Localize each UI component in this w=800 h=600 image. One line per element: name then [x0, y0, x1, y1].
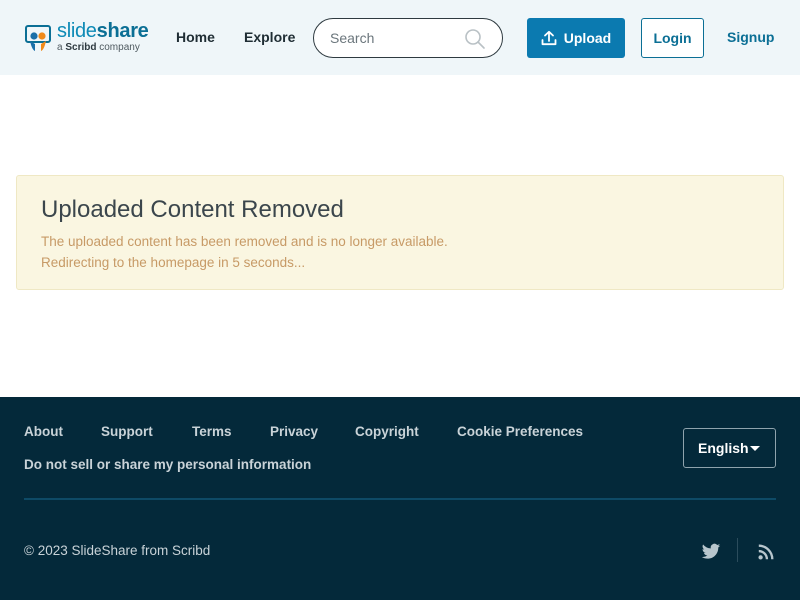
twitter-icon[interactable] [701, 543, 721, 561]
chevron-down-icon [750, 446, 760, 451]
site-header: slideshare a Scribd company Home Explore… [0, 0, 800, 75]
footer-do-not-sell-link[interactable]: Do not sell or share my personal informa… [24, 457, 311, 472]
slideshare-logo-icon [25, 25, 51, 51]
nav-home-link[interactable]: Home [176, 29, 215, 45]
search-input[interactable] [330, 28, 460, 48]
logo-wordmark: slideshare [57, 20, 149, 42]
site-footer: About Support Terms Privacy Copyright Co… [0, 397, 800, 600]
upload-button[interactable]: Upload [527, 18, 625, 58]
search-icon[interactable] [464, 28, 486, 50]
copyright-text: © 2023 SlideShare from Scribd [24, 543, 211, 558]
footer-terms-link[interactable]: Terms [192, 424, 232, 439]
signup-link[interactable]: Signup [727, 29, 774, 45]
upload-icon [541, 30, 557, 46]
redirect-message: Redirecting to the homepage in 5 seconds… [41, 255, 306, 270]
rss-icon[interactable] [756, 543, 776, 561]
footer-cookie-preferences-link[interactable]: Cookie Preferences [457, 424, 583, 439]
nav-explore-link[interactable]: Explore [244, 29, 295, 45]
footer-support-link[interactable]: Support [101, 424, 153, 439]
slideshare-logo[interactable]: slideshare a Scribd company [24, 20, 149, 56]
footer-divider [24, 498, 776, 500]
login-button[interactable]: Login [641, 18, 704, 58]
alert-title: Uploaded Content Removed [41, 196, 344, 223]
language-selector-label: English [698, 440, 749, 456]
logo-tagline: a Scribd company [57, 42, 140, 53]
footer-about-link[interactable]: About [24, 424, 63, 439]
social-separator [737, 538, 738, 562]
content-removed-alert: Uploaded Content Removed The uploaded co… [16, 175, 784, 290]
footer-copyright-link[interactable]: Copyright [355, 424, 419, 439]
upload-button-label: Upload [563, 30, 612, 46]
search-box[interactable] [313, 18, 503, 58]
language-selector[interactable]: English [683, 428, 776, 468]
footer-privacy-link[interactable]: Privacy [270, 424, 318, 439]
alert-message: The uploaded content has been removed an… [41, 234, 448, 249]
